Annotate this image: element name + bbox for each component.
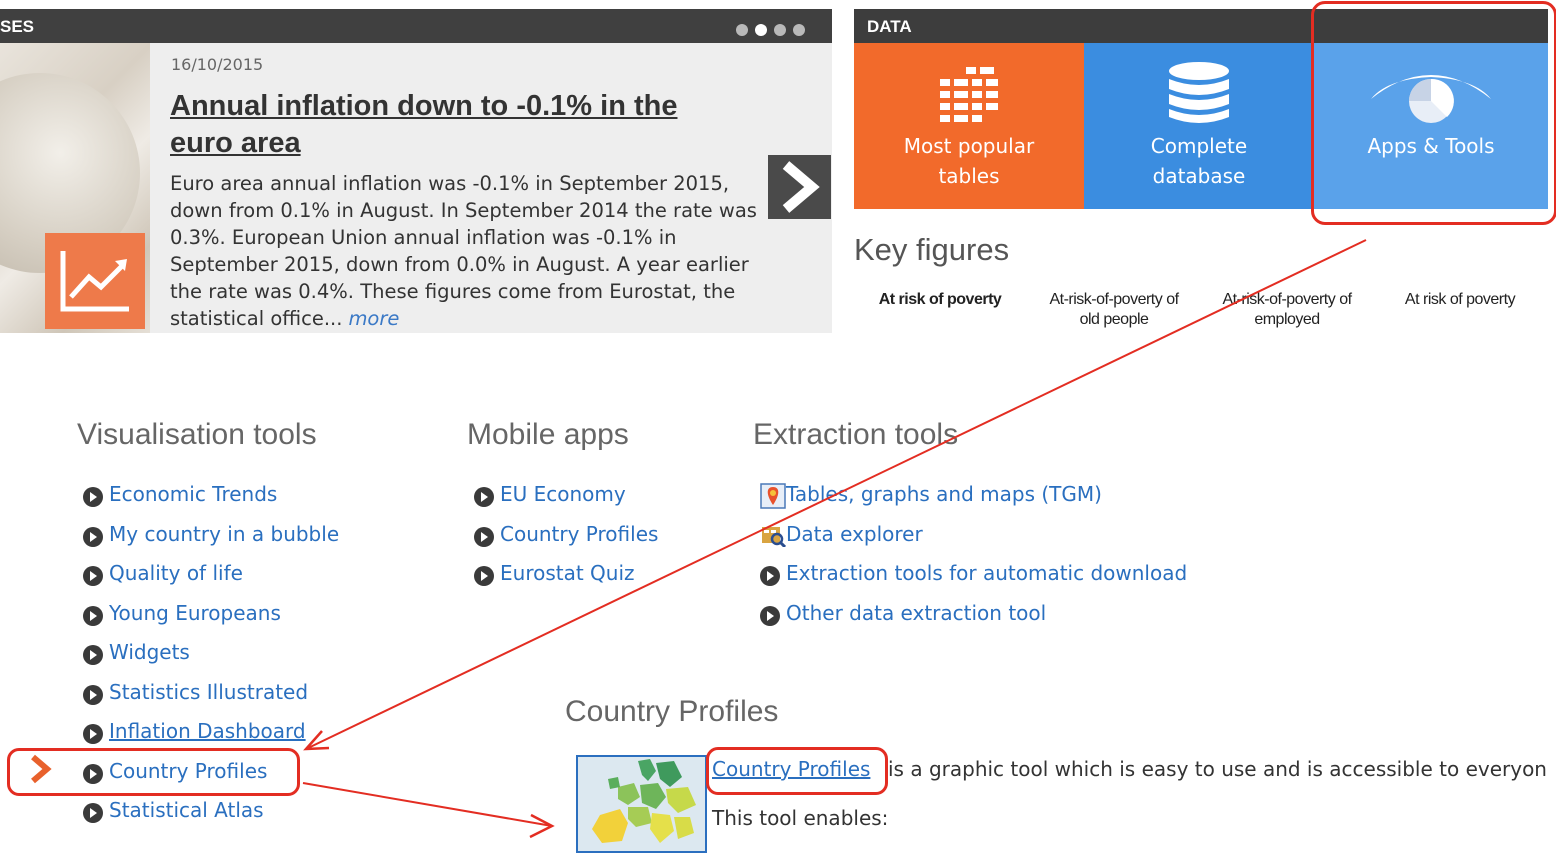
- link-eurostat-quiz[interactable]: Eurostat Quiz: [500, 561, 635, 585]
- arrow-circle-icon: [474, 526, 494, 547]
- link-data-explorer[interactable]: Data explorer: [786, 522, 923, 546]
- tile-label: Most popular tables: [854, 131, 1084, 191]
- key-figure-label: At risk of poverty: [878, 291, 1002, 308]
- trend-chart-icon: [45, 233, 145, 329]
- europe-map-thumbnail[interactable]: [576, 755, 707, 853]
- annotation-arrow-list-to-detail: [302, 782, 553, 827]
- key-figure-label: At-risk-of-poverty of: [1222, 291, 1352, 308]
- chevron-right-marker-icon: [31, 754, 52, 784]
- arrow-circle-icon: [83, 566, 103, 586]
- data-header-title: DATA: [867, 17, 912, 36]
- link-economic-trends[interactable]: Economic Trends: [109, 482, 277, 506]
- country-profiles-description: is a graphic tool which is easy to use a…: [888, 757, 1547, 781]
- news-header-title: SES: [0, 17, 35, 36]
- arrow-circle-icon: [474, 487, 494, 507]
- arrow-circle-icon: [83, 724, 103, 744]
- apps-tools-highlight: [1311, 1, 1556, 225]
- data-explorer-icon: [762, 526, 786, 547]
- key-figures-title: Key figures: [854, 232, 1010, 267]
- news-header: SES: [0, 9, 832, 43]
- link-country-profiles-app[interactable]: Country Profiles: [500, 522, 658, 546]
- arrow-circle-icon: [83, 645, 103, 665]
- arrow-head-icon: [303, 730, 330, 751]
- news-date: 16/10/2015: [171, 55, 264, 74]
- visualisation-tools-title: Visualisation tools: [77, 418, 317, 451]
- link-other-data-extraction[interactable]: Other data extraction tool: [786, 601, 1046, 625]
- link-extraction-automatic-download[interactable]: Extraction tools for automatic download: [786, 561, 1187, 585]
- tile-complete-database[interactable]: Complete database: [1084, 43, 1314, 209]
- carousel-next-button[interactable]: [768, 155, 831, 219]
- database-icon: [1169, 62, 1229, 123]
- tgm-icon: [760, 483, 786, 509]
- link-inflation-dashboard[interactable]: Inflation Dashboard: [109, 719, 306, 743]
- link-widgets[interactable]: Widgets: [109, 640, 190, 664]
- country-profiles-link-highlight: [706, 747, 888, 795]
- tile-label: Complete database: [1084, 131, 1314, 191]
- key-figure-item[interactable]: At-risk-of-poverty of old people: [1033, 290, 1195, 330]
- link-my-country-in-a-bubble[interactable]: My country in a bubble: [109, 522, 339, 546]
- link-quality-of-life[interactable]: Quality of life: [109, 561, 243, 585]
- link-statistical-atlas[interactable]: Statistical Atlas: [109, 798, 264, 822]
- link-young-europeans[interactable]: Young Europeans: [109, 601, 281, 625]
- tile-label-line2: database: [1152, 164, 1246, 188]
- tile-label-line2: tables: [938, 164, 1000, 188]
- carousel-dot-1[interactable]: [736, 24, 748, 36]
- carousel-dot-4[interactable]: [793, 24, 805, 36]
- chevron-right-icon: [782, 161, 820, 213]
- news-summary-text: Euro area annual inflation was -0.1% in …: [170, 172, 757, 330]
- news-more-link[interactable]: more: [348, 307, 399, 330]
- tile-most-popular-tables[interactable]: Most popular tables: [854, 43, 1084, 209]
- arrow-circle-icon: [83, 605, 103, 626]
- key-figure-label: At risk of poverty: [1404, 291, 1516, 308]
- tile-label-line1: Complete: [1150, 134, 1248, 158]
- key-figure-label-line2: employed: [1254, 311, 1320, 328]
- arrow-circle-icon: [83, 803, 103, 823]
- news-headline-link[interactable]: Annual inflation down to -0.1% in the eu…: [170, 88, 730, 162]
- arrow-head-icon: [529, 813, 555, 839]
- news-summary: Euro area annual inflation was -0.1% in …: [170, 170, 760, 332]
- country-profiles-enables: This tool enables:: [712, 806, 889, 830]
- arrow-circle-icon: [474, 566, 494, 586]
- arrow-circle-icon: [83, 684, 103, 705]
- key-figure-label-line2: old people: [1079, 311, 1149, 328]
- key-figure-item[interactable]: At risk of poverty: [870, 290, 1010, 310]
- arrow-circle-icon: [83, 487, 103, 507]
- tile-label-line1: Most popular: [903, 134, 1035, 158]
- arrow-circle-icon: [83, 526, 103, 547]
- link-tgm[interactable]: Tables, graphs and maps (TGM): [786, 482, 1102, 506]
- extraction-tools-title: Extraction tools: [753, 418, 959, 451]
- carousel-dot-3[interactable]: [774, 24, 786, 36]
- link-statistics-illustrated[interactable]: Statistics Illustrated: [109, 680, 308, 704]
- carousel-dot-2-active[interactable]: [755, 24, 767, 36]
- table-icon: [940, 67, 998, 122]
- europe-map-image: [578, 757, 705, 851]
- arrow-circle-icon: [760, 566, 780, 586]
- key-figure-item[interactable]: At-risk-of-poverty of employed: [1206, 290, 1368, 330]
- mobile-apps-title: Mobile apps: [467, 418, 629, 451]
- country-profiles-title: Country Profiles: [565, 695, 779, 728]
- arrow-circle-icon: [760, 605, 780, 626]
- key-figure-label: At-risk-of-poverty of: [1049, 291, 1179, 308]
- key-figure-item[interactable]: At risk of poverty: [1390, 290, 1530, 310]
- link-eu-economy[interactable]: EU Economy: [500, 482, 626, 506]
